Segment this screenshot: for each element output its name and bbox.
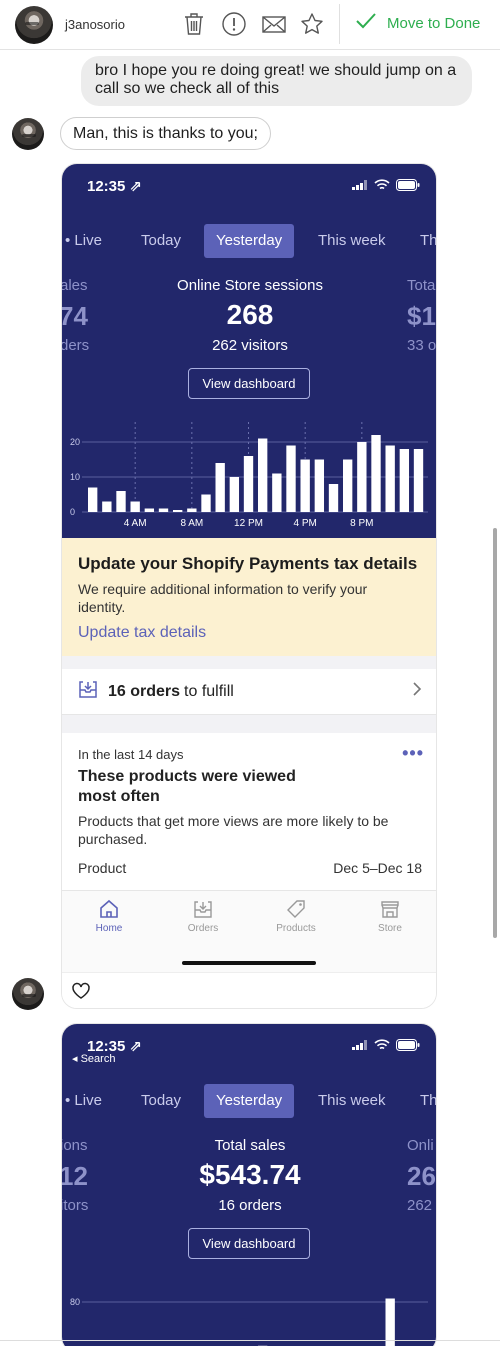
heart-icon[interactable] — [71, 982, 91, 1005]
bar — [144, 508, 155, 512]
card-title: These products were viewed most often — [78, 768, 296, 805]
analytics-panel: 12:35 ⇗ ◂ Search • Live Today Yesterday … — [62, 1024, 436, 1346]
mail-icon[interactable] — [261, 11, 287, 37]
bar — [229, 477, 240, 512]
chevron-right-icon — [412, 682, 422, 701]
bar — [130, 501, 140, 512]
tab-label: Home — [95, 923, 123, 934]
card-meta: In the last 14 days — [78, 747, 184, 762]
bar — [173, 510, 183, 512]
bar — [385, 445, 395, 512]
bottom-tab-bar: Home Orders Products Store — [62, 890, 436, 972]
divider — [0, 1340, 500, 1341]
bar — [413, 449, 424, 512]
column-product: Product — [78, 860, 127, 876]
bar — [286, 445, 296, 512]
conversation-header: j3anosorio Move to Done — [0, 0, 500, 50]
column-date-range: Dec 5–Dec 18 — [333, 860, 422, 876]
tab-home[interactable]: Home — [69, 899, 149, 934]
bar — [357, 442, 367, 512]
divider — [339, 4, 340, 44]
inbox-icon — [78, 679, 98, 704]
trash-icon[interactable] — [182, 11, 208, 37]
tab-label: Products — [276, 923, 316, 934]
divider — [62, 656, 436, 669]
attached-screenshot[interactable]: 12:35 ⇗ • Live Today Yesterday This week… — [61, 163, 437, 1009]
x-tick-label: 4 AM — [124, 518, 147, 529]
avatar[interactable] — [12, 118, 44, 150]
x-tick-label: 12 PM — [234, 518, 263, 529]
analytics-panel: 12:35 ⇗ • Live Today Yesterday This week… — [62, 164, 436, 538]
tab-label: Store — [378, 923, 402, 934]
avatar[interactable] — [15, 6, 53, 44]
divider — [62, 715, 436, 733]
tab-label: Orders — [187, 923, 219, 934]
orders-suffix: to fulfill — [184, 682, 234, 700]
move-to-done-label: Move to Done — [387, 14, 481, 32]
more-options-icon[interactable]: ••• — [402, 743, 424, 764]
x-tick-label: 8 PM — [350, 518, 373, 529]
bar — [102, 501, 112, 512]
tax-banner: Update your Shopify Payments tax details… — [62, 538, 436, 656]
username[interactable]: j3anosorio — [65, 17, 125, 32]
bar — [399, 449, 410, 512]
bar — [328, 484, 339, 512]
reaction-row — [62, 972, 436, 1008]
bar — [201, 494, 211, 512]
message-bubble: bro I hope you re doing great! we should… — [81, 56, 472, 106]
message-bubble: Man, this is thanks to you; — [60, 117, 271, 150]
alert-icon[interactable] — [221, 11, 247, 37]
sessions-chart: 0 10 20 4 AM 8 AM 12 PM 4 PM 8 PM — [70, 422, 428, 529]
y-tick-label: 10 — [70, 472, 80, 482]
bar — [343, 459, 353, 512]
bar — [272, 473, 282, 512]
bar — [158, 508, 169, 512]
y-tick-label: 80 — [70, 1297, 80, 1307]
orders-count: 16 orders — [108, 682, 181, 700]
orders-to-fulfill-row[interactable]: 16 orders to fulfill — [62, 669, 436, 715]
y-tick-label: 20 — [70, 437, 80, 447]
store-icon — [381, 901, 399, 918]
scrollbar[interactable] — [493, 528, 497, 938]
bar — [187, 508, 197, 512]
update-tax-link[interactable]: Update tax details — [78, 624, 422, 642]
card-text: Products that get more views are more li… — [78, 813, 389, 847]
bar — [314, 459, 325, 512]
star-icon[interactable] — [299, 11, 325, 37]
most-viewed-card: In the last 14 days These products were … — [62, 733, 436, 890]
move-to-done-button[interactable]: Move to Done — [355, 9, 480, 37]
bar — [300, 459, 310, 512]
tab-products[interactable]: Products — [256, 899, 336, 934]
check-icon — [355, 12, 377, 34]
y-tick-label: 0 — [70, 507, 75, 517]
x-tick-label: 4 PM — [294, 518, 317, 529]
bar — [371, 435, 381, 512]
home-indicator — [182, 961, 316, 965]
attached-screenshot[interactable]: 12:35 ⇗ ◂ Search • Live Today Yesterday … — [61, 1023, 437, 1346]
banner-text: We require additional information to ver… — [78, 581, 368, 615]
tag-icon — [287, 900, 305, 918]
bar — [385, 1298, 395, 1346]
avatar[interactable] — [12, 978, 44, 1010]
bar — [215, 463, 225, 512]
banner-title: Update your Shopify Payments tax details — [78, 554, 418, 573]
home-icon — [100, 899, 118, 918]
bar — [116, 491, 126, 512]
bar — [88, 487, 98, 512]
orders-icon — [194, 901, 212, 918]
bar — [243, 456, 254, 512]
x-tick-label: 8 AM — [180, 518, 203, 529]
bar — [258, 438, 268, 512]
tab-orders[interactable]: Orders — [163, 899, 243, 934]
sales-chart: 4080 — [70, 1297, 428, 1346]
table-header: Product Dec 5–Dec 18 — [78, 860, 422, 876]
tab-store[interactable]: Store — [350, 899, 430, 934]
